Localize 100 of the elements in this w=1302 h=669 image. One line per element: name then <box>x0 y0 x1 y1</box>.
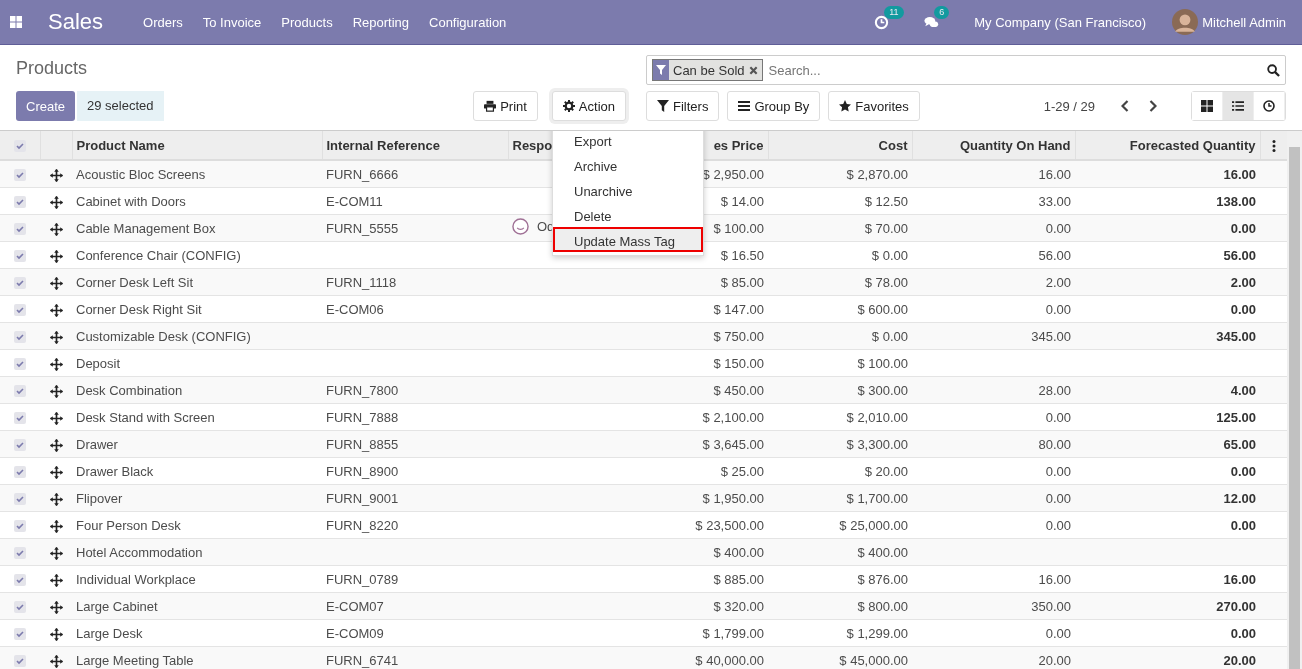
favorites-button[interactable]: Favorites <box>828 91 920 121</box>
search-icon[interactable] <box>1267 63 1280 77</box>
cost-cell: $ 0.00 <box>768 322 912 350</box>
dropdown-item[interactable]: Update Mass Tag <box>553 227 703 252</box>
forecast-cell: 20.00 <box>1075 646 1260 669</box>
filter-icon <box>657 100 669 112</box>
kebab-menu-icon[interactable] <box>1271 140 1276 153</box>
drag-handle-icon[interactable] <box>49 276 63 290</box>
menu-link[interactable]: Reporting <box>342 14 419 30</box>
drag-handle-icon[interactable] <box>49 492 63 506</box>
row-checkbox[interactable] <box>14 520 26 533</box>
forecast-cell: 0.00 <box>1075 214 1260 242</box>
quantity-cell: 16.00 <box>912 160 1075 188</box>
product-name-cell: Hotel Accommodation <box>72 538 322 566</box>
filter-facet[interactable]: Can be Sold <box>652 59 763 81</box>
column-header[interactable]: Internal Reference <box>322 131 508 160</box>
pager-value[interactable]: 1-29 / 29 <box>1043 98 1095 114</box>
gear-icon <box>562 100 575 112</box>
row-checkbox[interactable] <box>14 304 26 317</box>
row-checkbox[interactable] <box>14 628 26 641</box>
row-checkbox[interactable] <box>14 169 26 182</box>
cost-cell: $ 70.00 <box>768 214 912 242</box>
drag-handle-icon[interactable] <box>49 627 63 641</box>
menu-icon <box>738 100 751 112</box>
price-cell: $ 3,645.00 <box>628 430 768 458</box>
drag-handle-icon[interactable] <box>49 438 63 452</box>
row-checkbox[interactable] <box>14 439 26 452</box>
page-title: Products <box>16 57 89 80</box>
drag-handle-icon[interactable] <box>49 600 63 614</box>
search-field[interactable]: Can be Sold Search... <box>646 55 1286 85</box>
quantity-cell: 28.00 <box>912 376 1075 404</box>
row-checkbox[interactable] <box>14 358 26 371</box>
dropdown-item[interactable]: Export <box>553 131 703 152</box>
drag-handle-icon[interactable] <box>49 195 63 209</box>
row-checkbox[interactable] <box>14 493 26 506</box>
app-title: Sales <box>48 9 104 35</box>
row-checkbox[interactable] <box>14 277 26 290</box>
next-icon[interactable] <box>1149 100 1157 112</box>
row-checkbox[interactable] <box>14 601 26 614</box>
column-header[interactable]: Product Name <box>72 131 322 160</box>
menu-link[interactable]: Orders <box>133 14 193 30</box>
drag-handle-icon[interactable] <box>49 222 63 236</box>
quantity-cell: 350.00 <box>912 592 1075 620</box>
company-switcher[interactable]: My Company (San Francisco) <box>974 14 1147 30</box>
row-checkbox[interactable] <box>14 385 26 398</box>
row-checkbox[interactable] <box>14 547 26 560</box>
column-header[interactable]: Cost <box>768 131 912 160</box>
kanban-view-button[interactable] <box>1192 92 1223 120</box>
user-menu[interactable]: Mitchell Admin <box>1202 14 1286 30</box>
forecast-cell: 65.00 <box>1075 430 1260 458</box>
forecast-cell: 345.00 <box>1075 322 1260 350</box>
row-checkbox[interactable] <box>14 466 26 479</box>
app-grid-icon[interactable] <box>10 16 22 28</box>
action-button[interactable]: Action <box>551 91 626 121</box>
chat-bubbles-icon[interactable] <box>924 14 940 30</box>
print-button[interactable]: Print <box>473 91 538 121</box>
row-checkbox[interactable] <box>14 196 26 209</box>
menu-link[interactable]: To Invoice <box>192 14 272 30</box>
drag-handle-icon[interactable] <box>49 168 63 182</box>
drag-handle-icon[interactable] <box>49 411 63 425</box>
row-checkbox[interactable] <box>14 331 26 344</box>
row-checkbox[interactable] <box>14 655 26 668</box>
quantity-cell: 80.00 <box>912 430 1075 458</box>
drag-handle-icon[interactable] <box>49 465 63 479</box>
drag-handle-icon[interactable] <box>49 384 63 398</box>
list-view-button[interactable] <box>1223 92 1254 120</box>
column-header[interactable]: Quantity On Hand <box>912 131 1075 160</box>
drag-handle-icon[interactable] <box>49 249 63 263</box>
previous-icon[interactable] <box>1121 100 1129 112</box>
quantity-cell: 345.00 <box>912 322 1075 350</box>
menu-link[interactable]: Products <box>271 14 343 30</box>
user-avatar-icon[interactable] <box>1172 9 1199 35</box>
select-all-checkbox[interactable] <box>13 140 26 153</box>
drag-handle-icon[interactable] <box>49 654 63 668</box>
forecast-cell: 2.00 <box>1075 268 1260 296</box>
cost-cell: $ 45,000.00 <box>768 646 912 669</box>
drag-handle-icon[interactable] <box>49 330 63 344</box>
price-cell: $ 450.00 <box>628 376 768 404</box>
group-by-button[interactable]: Group By <box>727 91 821 121</box>
drag-handle-icon[interactable] <box>49 573 63 587</box>
drag-handle-icon[interactable] <box>49 303 63 317</box>
reference-cell: FURN_8855 <box>322 430 508 458</box>
drag-handle-icon[interactable] <box>49 519 63 533</box>
column-header[interactable]: Forecasted Quantity <box>1075 131 1260 160</box>
row-checkbox[interactable] <box>14 412 26 425</box>
scrollbar[interactable] <box>1287 131 1302 669</box>
row-checkbox[interactable] <box>14 223 26 236</box>
drag-handle-icon[interactable] <box>49 357 63 371</box>
smiley-avatar-icon <box>512 218 529 235</box>
filters-button[interactable]: Filters <box>646 91 720 121</box>
menu-link[interactable]: Configuration <box>419 14 517 30</box>
create-button[interactable]: Create <box>16 91 76 121</box>
price-cell: $ 400.00 <box>628 538 768 566</box>
row-checkbox[interactable] <box>14 250 26 263</box>
clock-icon[interactable] <box>874 14 890 30</box>
list-icon <box>1232 100 1244 112</box>
drag-handle-icon[interactable] <box>49 546 63 560</box>
row-checkbox[interactable] <box>14 574 26 587</box>
close-icon[interactable] <box>748 65 758 75</box>
product-name-cell: Large Meeting Table <box>72 646 322 669</box>
